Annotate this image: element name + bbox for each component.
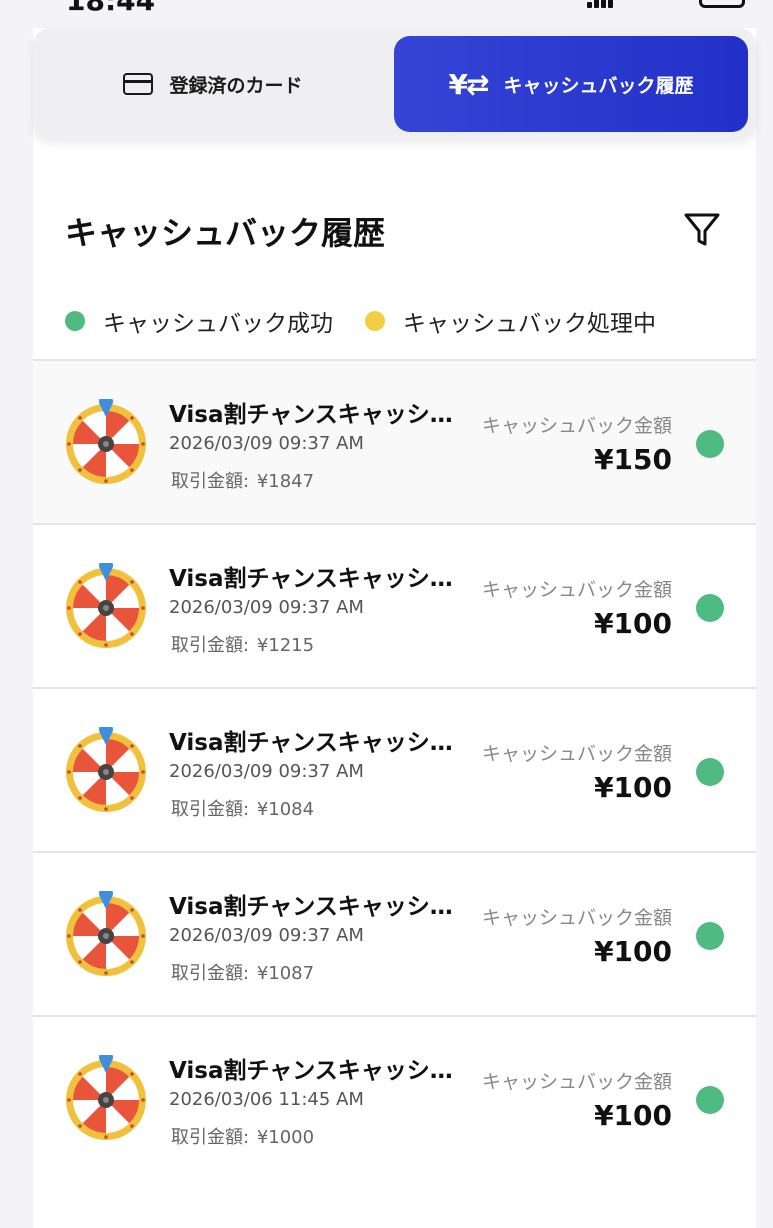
amount-label: 取引金額: (171, 471, 250, 492)
cashback-value: ¥100 (594, 607, 672, 640)
cashback-sheet: 登録済のカード ¥⇄ キャッシュバック履歴 キャッシュバック履歴 キャッシュバッ… (33, 28, 756, 1228)
amount-value: ¥1087 (256, 963, 315, 984)
status-legend: キャッシュバック成功 キャッシュバック処理中 (65, 304, 688, 338)
success-dot-icon (65, 311, 85, 331)
transaction-amount: 取引金額: ¥1847 (169, 467, 314, 493)
transaction-row[interactable]: Visa割チャンスキャッシ… 2026/03/06 11:45 AM 取引金額:… (33, 1015, 756, 1179)
amount-value: ¥1847 (256, 471, 315, 492)
amount-value: ¥1084 (256, 799, 315, 820)
transaction-date: 2026/03/09 09:37 AM (169, 597, 364, 618)
status-dot-icon (696, 594, 724, 622)
wifi-icon (633, 0, 659, 10)
status-time: 18:44 (66, 0, 155, 14)
tab-registered-cards[interactable]: 登録済のカード (33, 36, 393, 132)
roulette-wheel-icon (66, 891, 146, 976)
status-dot-icon (696, 758, 724, 786)
status-dot-icon (696, 922, 724, 950)
transaction-amount: 取引金額: ¥1087 (169, 959, 314, 985)
transaction-title: Visa割チャンスキャッシ… (169, 894, 453, 920)
transaction-title: Visa割チャンスキャッシ… (169, 402, 453, 428)
cashback-value: ¥100 (594, 771, 672, 804)
transaction-row[interactable]: Visa割チャンスキャッシ… 2026/03/09 09:37 AM 取引金額:… (33, 523, 756, 687)
amount-value: ¥1000 (256, 1127, 315, 1148)
roulette-wheel-icon (66, 727, 146, 812)
transaction-title: Visa割チャンスキャッシ… (169, 566, 453, 592)
legend-label: キャッシュバック成功 (103, 311, 333, 337)
roulette-wheel-icon (66, 399, 146, 484)
legend-label: キャッシュバック処理中 (403, 311, 656, 337)
amount-label: 取引金額: (171, 635, 250, 656)
filter-icon[interactable] (683, 211, 721, 249)
transaction-row[interactable]: Visa割チャンスキャッシ… 2026/03/09 09:37 AM 取引金額:… (33, 851, 756, 1015)
amount-label: 取引金額: (171, 1127, 250, 1148)
cashback-value: ¥150 (594, 443, 672, 476)
tab-label: 登録済のカード (169, 74, 303, 97)
status-bar: 18:44 (0, 0, 773, 14)
transaction-row[interactable]: Visa割チャンスキャッシ… 2026/03/09 09:37 AM 取引金額:… (33, 687, 756, 851)
cashback-label: キャッシュバック金額 (481, 1071, 672, 1093)
tab-bar: 登録済のカード ¥⇄ キャッシュバック履歴 (33, 28, 756, 140)
status-dot-icon (696, 1086, 724, 1114)
cashback-value: ¥100 (594, 1099, 672, 1132)
transaction-list: Visa割チャンスキャッシ… 2026/03/09 09:37 AM 取引金額:… (33, 359, 756, 1179)
signal-icon (587, 0, 615, 8)
amount-label: 取引金額: (171, 799, 250, 820)
transaction-amount: 取引金額: ¥1084 (169, 795, 314, 821)
legend-item-pending: キャッシュバック処理中 (365, 304, 656, 338)
cashback-label: キャッシュバック金額 (481, 743, 672, 765)
transaction-date: 2026/03/09 09:37 AM (169, 925, 364, 946)
cashback-label: キャッシュバック金額 (481, 907, 672, 929)
transaction-title: Visa割チャンスキャッシ… (169, 730, 453, 756)
transaction-date: 2026/03/06 11:45 AM (169, 1089, 364, 1110)
cashback-label: キャッシュバック金額 (481, 415, 672, 437)
status-dot-icon (696, 430, 724, 458)
transaction-date: 2026/03/09 09:37 AM (169, 433, 364, 454)
amount-label: 取引金額: (171, 963, 250, 984)
page-title: キャッシュバック履歴 (65, 214, 386, 252)
legend-item-success: キャッシュバック成功 (65, 304, 333, 338)
credit-card-icon (123, 73, 154, 95)
yen-exchange-icon: ¥⇄ (448, 67, 490, 101)
roulette-wheel-icon (66, 563, 146, 648)
roulette-wheel-icon (66, 1055, 146, 1140)
transaction-amount: 取引金額: ¥1215 (169, 631, 314, 657)
battery-icon (699, 0, 745, 8)
transaction-date: 2026/03/09 09:37 AM (169, 761, 364, 782)
cashback-label: キャッシュバック金額 (481, 579, 672, 601)
transaction-row[interactable]: Visa割チャンスキャッシ… 2026/03/09 09:37 AM 取引金額:… (33, 359, 756, 523)
tab-cashback-history[interactable]: ¥⇄ キャッシュバック履歴 (394, 36, 748, 132)
cashback-value: ¥100 (594, 935, 672, 968)
pending-dot-icon (365, 311, 385, 331)
tab-label: キャッシュバック履歴 (503, 74, 694, 97)
amount-value: ¥1215 (256, 635, 315, 656)
transaction-title: Visa割チャンスキャッシ… (169, 1058, 453, 1084)
transaction-amount: 取引金額: ¥1000 (169, 1123, 314, 1149)
